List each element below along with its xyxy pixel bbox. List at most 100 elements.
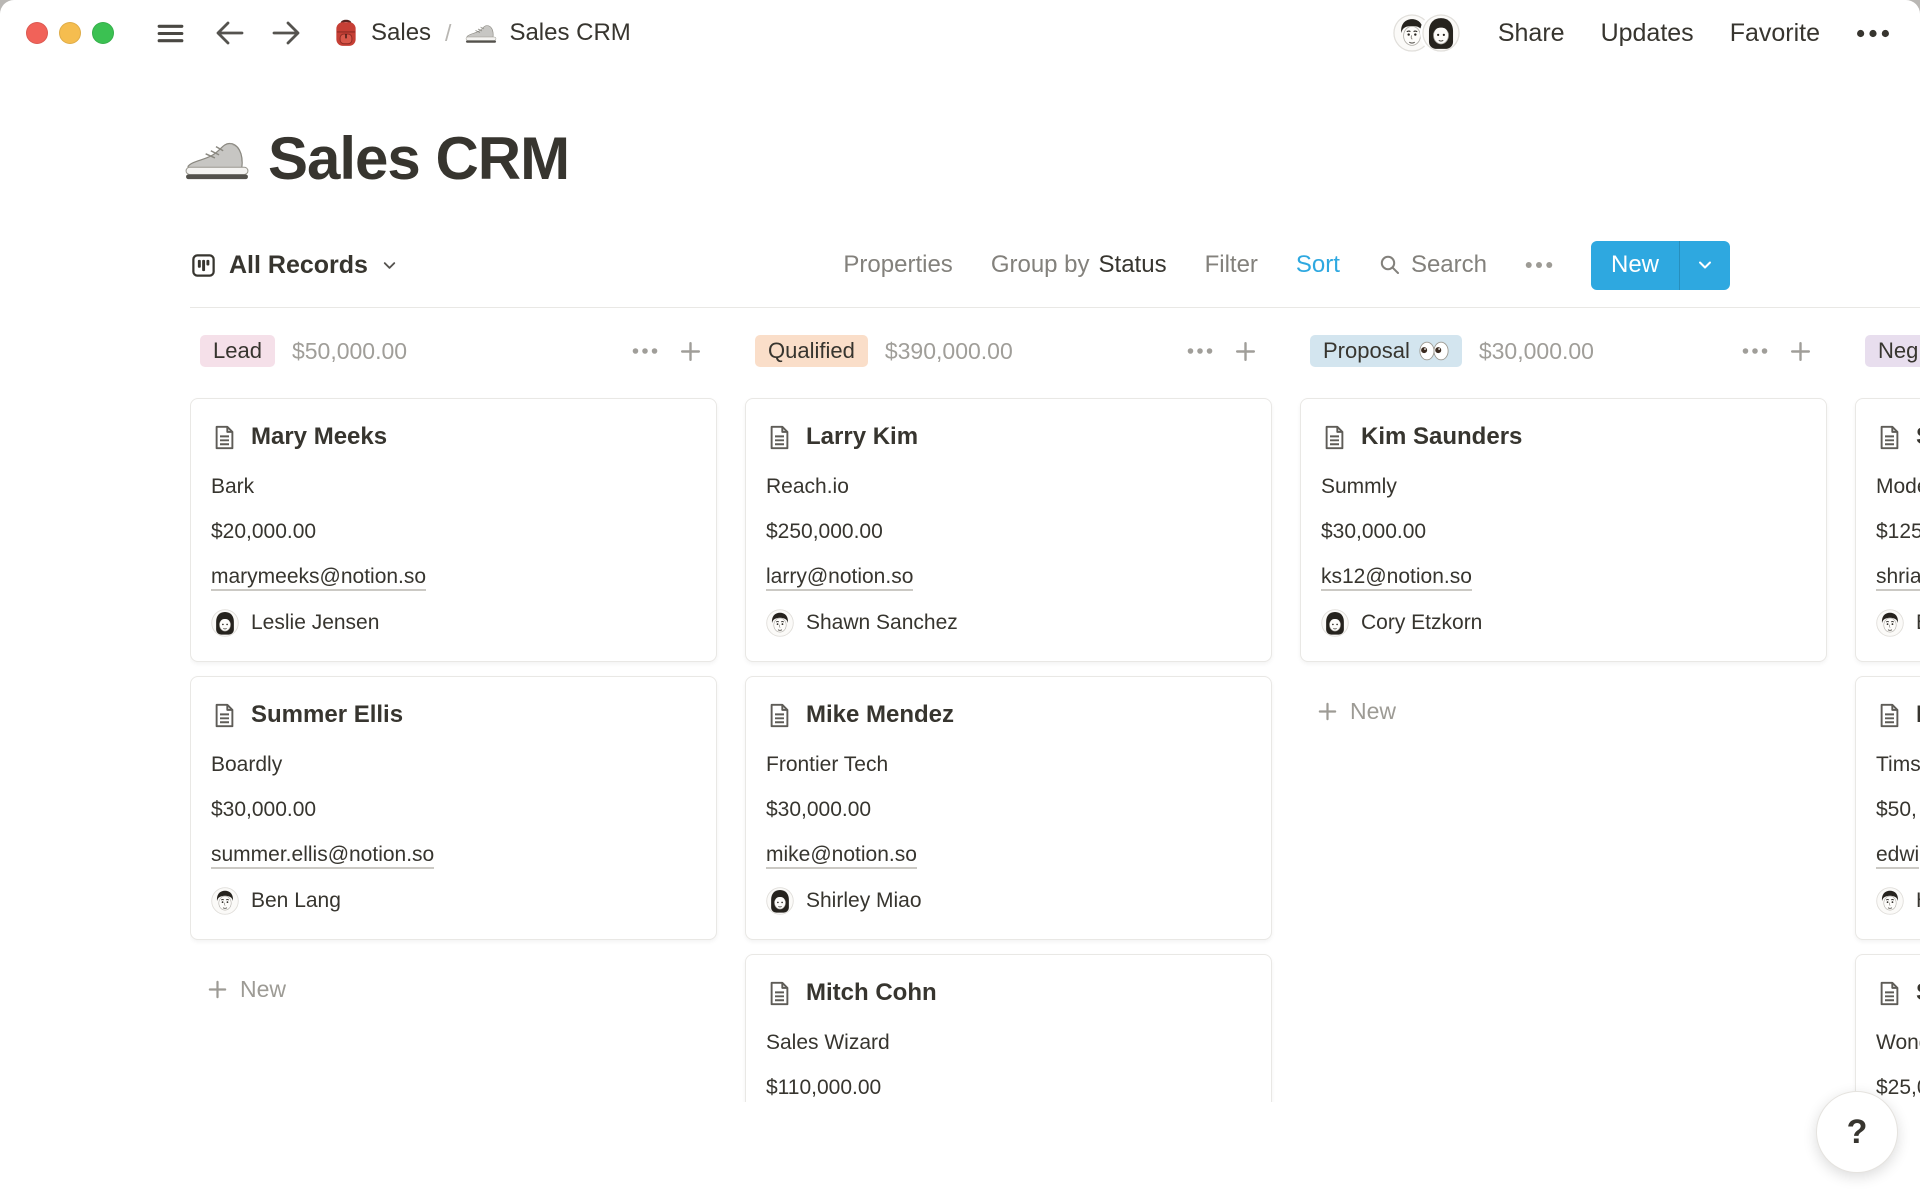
add-card-label: New: [1350, 698, 1396, 725]
column-sum[interactable]: $50,000.00: [292, 338, 407, 365]
page-icon: [1876, 424, 1903, 451]
page-header: Sales CRM: [184, 124, 1920, 193]
card-title: S: [1916, 979, 1920, 1007]
card-company: Tims: [1876, 751, 1920, 778]
view-switcher[interactable]: All Records: [190, 251, 399, 280]
board-column-negotiation: Neg S Mode $125, shria E E Tims $50, edw…: [1855, 332, 1920, 1102]
status-badge[interactable]: Lead: [200, 335, 275, 367]
card-title: E: [1916, 701, 1920, 729]
status-badge[interactable]: Qualified: [755, 335, 868, 367]
column-more-button[interactable]: [1742, 347, 1768, 355]
breadcrumb-label: Sales CRM: [509, 19, 630, 47]
more-icon: [1742, 347, 1768, 355]
record-card[interactable]: S Wond $25,0 stan: [1855, 954, 1920, 1102]
page-title[interactable]: Sales CRM: [268, 124, 569, 193]
updates-button[interactable]: Updates: [1601, 19, 1694, 48]
more-options-button[interactable]: [1856, 29, 1890, 38]
plus-icon: [678, 339, 703, 364]
column-more-button[interactable]: [632, 347, 658, 355]
column-add-button[interactable]: [678, 339, 703, 364]
collaborator-avatar: [1420, 12, 1462, 54]
breadcrumb-item-sales-crm[interactable]: Sales CRM: [465, 19, 630, 47]
breadcrumb-item-sales[interactable]: Sales: [333, 18, 431, 48]
filter-button[interactable]: Filter: [1205, 251, 1258, 279]
topbar-actions: Share Updates Favorite: [1391, 12, 1890, 54]
share-button[interactable]: Share: [1498, 19, 1565, 48]
card-title: Mary Meeks: [251, 423, 387, 451]
card-title: Mitch Cohn: [806, 979, 937, 1007]
column-add-button[interactable]: [1233, 339, 1258, 364]
record-card[interactable]: Larry Kim Reach.io $250,000.00 larry@not…: [745, 398, 1272, 662]
column-sum[interactable]: $390,000.00: [885, 338, 1013, 365]
card-title: Kim Saunders: [1361, 423, 1522, 451]
new-record-button[interactable]: New: [1591, 241, 1730, 290]
record-card[interactable]: Mitch Cohn Sales Wizard $110,000.00 mitc…: [745, 954, 1272, 1102]
favorite-button[interactable]: Favorite: [1730, 19, 1820, 48]
collaborator-avatars[interactable]: [1391, 12, 1462, 54]
plus-icon: [206, 978, 229, 1001]
notion-window: Sales / Sales CRM Share Updates Favorite: [0, 0, 1920, 1200]
card-email-link[interactable]: mike@notion.so: [766, 843, 917, 869]
card-email-link[interactable]: edwi: [1876, 843, 1919, 869]
column-header: Lead $50,000.00: [190, 332, 717, 370]
sneaker-icon: [184, 137, 250, 181]
group-by-value: Status: [1099, 251, 1167, 279]
page-icon: [1876, 980, 1903, 1007]
plus-icon: [1316, 700, 1339, 723]
owner-avatar: [211, 887, 239, 915]
close-window-button[interactable]: [26, 22, 48, 44]
filter-label: Filter: [1205, 251, 1258, 279]
board-column-qualified: Qualified $390,000.00 Larry Kim Reach.io…: [745, 332, 1272, 1102]
sort-label: Sort: [1296, 251, 1340, 279]
group-by-label: Group by: [991, 251, 1090, 279]
sort-button[interactable]: Sort: [1296, 251, 1340, 279]
column-more-button[interactable]: [1187, 347, 1213, 355]
card-email-link[interactable]: ks12@notion.so: [1321, 565, 1472, 591]
record-card[interactable]: Mary Meeks Bark $20,000.00 marymeeks@not…: [190, 398, 717, 662]
properties-label: Properties: [843, 251, 952, 279]
card-email-link[interactable]: larry@notion.so: [766, 565, 913, 591]
search-button[interactable]: Search: [1378, 251, 1487, 279]
card-company: Mode: [1876, 473, 1920, 500]
maximize-window-button[interactable]: [92, 22, 114, 44]
card-email-link[interactable]: shria: [1876, 565, 1920, 591]
group-by-button[interactable]: Group by Status: [991, 251, 1167, 279]
card-owner: Cory Etzkorn: [1361, 611, 1482, 635]
more-icon: [1525, 261, 1553, 269]
sidebar-toggle-button[interactable]: [154, 17, 187, 50]
add-card-button[interactable]: New: [190, 976, 717, 1003]
new-button-label: New: [1591, 241, 1679, 290]
view-options-button[interactable]: [1525, 261, 1553, 269]
record-card[interactable]: Kim Saunders Summly $30,000.00 ks12@noti…: [1300, 398, 1827, 662]
chevron-down-icon: [1695, 255, 1715, 275]
new-button-dropdown[interactable]: [1680, 241, 1730, 290]
more-icon: [632, 347, 658, 355]
card-amount: $125,: [1876, 518, 1920, 545]
search-icon: [1378, 253, 1402, 277]
page-icon-sneaker[interactable]: [184, 126, 250, 192]
card-amount: $30,000.00: [211, 796, 696, 823]
card-email-link[interactable]: marymeeks@notion.so: [211, 565, 426, 591]
plus-icon: [1788, 339, 1813, 364]
status-badge[interactable]: Neg: [1865, 335, 1920, 367]
minimize-window-button[interactable]: [59, 22, 81, 44]
record-card[interactable]: Mike Mendez Frontier Tech $30,000.00 mik…: [745, 676, 1272, 940]
add-card-button[interactable]: New: [1300, 698, 1827, 725]
back-button[interactable]: [213, 17, 247, 49]
page-icon: [1321, 424, 1348, 451]
record-card[interactable]: S Mode $125, shria E: [1855, 398, 1920, 662]
status-badge[interactable]: Proposal: [1310, 335, 1462, 367]
card-amount: $250,000.00: [766, 518, 1251, 545]
card-email-link[interactable]: summer.ellis@notion.so: [211, 843, 434, 869]
column-sum[interactable]: $30,000.00: [1479, 338, 1594, 365]
card-amount: $110,000.00: [766, 1074, 1251, 1101]
record-card[interactable]: Summer Ellis Boardly $30,000.00 summer.e…: [190, 676, 717, 940]
forward-button[interactable]: [269, 17, 303, 49]
card-company: Wond: [1876, 1029, 1920, 1056]
card-amount: $50,: [1876, 796, 1920, 823]
card-company: Summly: [1321, 473, 1806, 500]
column-add-button[interactable]: [1788, 339, 1813, 364]
properties-button[interactable]: Properties: [843, 251, 952, 279]
record-card[interactable]: E Tims $50, edwi H: [1855, 676, 1920, 940]
help-button[interactable]: ?: [1816, 1091, 1898, 1173]
